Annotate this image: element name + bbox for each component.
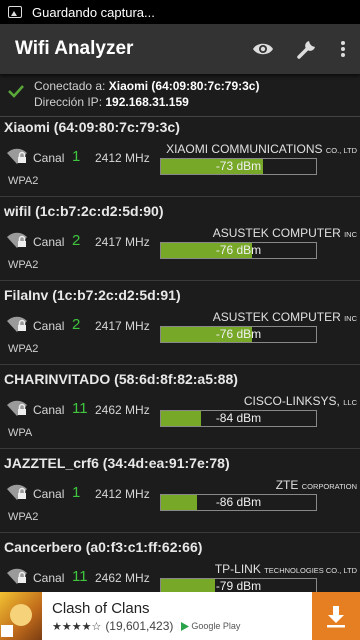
vendor-name: TP-LINK TECHNOLOGIES CO., LTD	[214, 562, 357, 576]
app-bar: Wifi Analyzer	[0, 24, 360, 74]
network-ssid: wifil (1c:b7:2c:d2:5d:90)	[4, 203, 164, 219]
network-row[interactable]: CHARINVITADO (58:6d:8f:82:a5:88) Canal 1…	[0, 365, 360, 449]
connected-ssid: Xiaomi (64:09:80:7c:79:3c)	[108, 79, 260, 93]
wifi-lock-icon	[6, 399, 28, 422]
network-row[interactable]: wifil (1c:b7:2c:d2:5d:90) Canal 2 2417 M…	[0, 197, 360, 281]
security-type: WPA2	[8, 343, 39, 355]
wifi-lock-icon	[6, 483, 28, 506]
channel-number: 11	[72, 400, 88, 417]
network-ssid: Xiaomi (64:09:80:7c:79:3c)	[4, 119, 180, 135]
play-triangle-icon	[181, 621, 190, 631]
ad-banner[interactable]: Clash of Clans ★★★★☆ (19,601,423) Google…	[0, 592, 360, 640]
wrench-icon[interactable]	[296, 38, 318, 60]
signal-dbm: -76 dBm	[215, 243, 262, 257]
rating-stars: ★★★★☆	[52, 620, 102, 633]
vendor-name: XIAOMI COMMUNICATIONS CO., LTD	[166, 142, 357, 156]
frequency: 2417 MHz	[95, 235, 150, 249]
wifi-lock-icon	[6, 567, 28, 590]
status-bar: Guardando captura...	[0, 0, 360, 24]
vendor-name: CISCO-LINKSYS, LLC	[243, 394, 357, 408]
frequency: 2412 MHz	[95, 151, 150, 165]
network-ssid: CHARINVITADO (58:6d:8f:82:a5:88)	[4, 371, 238, 387]
ad-close-icon[interactable]	[1, 625, 13, 637]
signal-dbm: -76 dBm	[215, 327, 262, 341]
connection-info: Conectado a: Xiaomi (64:09:80:7c:79:3c) …	[0, 74, 360, 117]
signal-dbm: -84 dBm	[215, 411, 262, 425]
network-row[interactable]: Xiaomi (64:09:80:7c:79:3c) Canal 1 2412 …	[0, 113, 360, 197]
eye-icon[interactable]	[252, 41, 274, 57]
network-ssid: FilaInv (1c:b7:2c:d2:5d:91)	[4, 287, 181, 303]
signal-bar: -84 dBm	[160, 410, 317, 427]
channel-number: 2	[72, 316, 81, 333]
channel-number: 1	[72, 484, 81, 501]
channel-number: 1	[72, 148, 81, 165]
channel-label: Canal	[33, 235, 65, 249]
wifi-lock-icon	[6, 231, 28, 254]
connected-line: Conectado a: Xiaomi (64:09:80:7c:79:3c)	[34, 79, 260, 93]
app-title: Wifi Analyzer	[15, 38, 134, 59]
security-type: WPA	[8, 427, 33, 439]
screenshot-notification-icon	[8, 6, 22, 18]
download-icon	[327, 606, 345, 628]
download-button[interactable]	[312, 592, 360, 640]
status-notification-text: Guardando captura...	[32, 4, 155, 20]
channel-label: Canal	[33, 571, 65, 585]
channel-number: 2	[72, 232, 81, 249]
google-play-badge: Google Play	[181, 621, 240, 631]
signal-bar: -76 dBm	[160, 242, 317, 259]
ip-address: 192.168.31.159	[105, 95, 189, 109]
network-row[interactable]: FilaInv (1c:b7:2c:d2:5d:91) Canal 2 2417…	[0, 281, 360, 365]
signal-dbm: -73 dBm	[215, 159, 262, 173]
signal-bar: -76 dBm	[160, 326, 317, 343]
channel-label: Canal	[33, 151, 65, 165]
network-ssid: Cancerbero (a0:f3:c1:ff:62:66)	[4, 539, 203, 555]
network-ssid: JAZZTEL_crf6 (34:4d:ea:91:7e:78)	[4, 455, 230, 471]
frequency: 2462 MHz	[95, 571, 150, 585]
vendor-name: ASUSTEK COMPUTER INC	[212, 310, 357, 324]
ip-line: Dirección IP: 192.168.31.159	[34, 95, 189, 109]
review-count: (19,601,423)	[105, 619, 174, 633]
frequency: 2412 MHz	[95, 487, 150, 501]
signal-bar: -73 dBm	[160, 158, 317, 175]
channel-number: 11	[72, 568, 88, 585]
ad-title[interactable]: Clash of Clans	[52, 599, 312, 619]
security-type: WPA2	[8, 175, 39, 187]
frequency: 2417 MHz	[95, 319, 150, 333]
vendor-name: ASUSTEK COMPUTER INC	[212, 226, 357, 240]
signal-dbm: -86 dBm	[215, 495, 262, 509]
vendor-name: ZTE CORPORATION	[275, 478, 357, 492]
network-row[interactable]: JAZZTEL_crf6 (34:4d:ea:91:7e:78) Canal 1…	[0, 449, 360, 533]
overflow-menu-icon[interactable]	[340, 40, 346, 58]
channel-label: Canal	[33, 487, 65, 501]
signal-bar: -86 dBm	[160, 494, 317, 511]
network-list: Xiaomi (64:09:80:7c:79:3c) Canal 1 2412 …	[0, 113, 360, 617]
wifi-lock-icon	[6, 315, 28, 338]
channel-label: Canal	[33, 403, 65, 417]
channel-label: Canal	[33, 319, 65, 333]
wifi-lock-icon	[6, 147, 28, 170]
security-type: WPA2	[8, 259, 39, 271]
check-icon	[8, 84, 26, 101]
security-type: WPA2	[8, 511, 39, 523]
frequency: 2462 MHz	[95, 403, 150, 417]
